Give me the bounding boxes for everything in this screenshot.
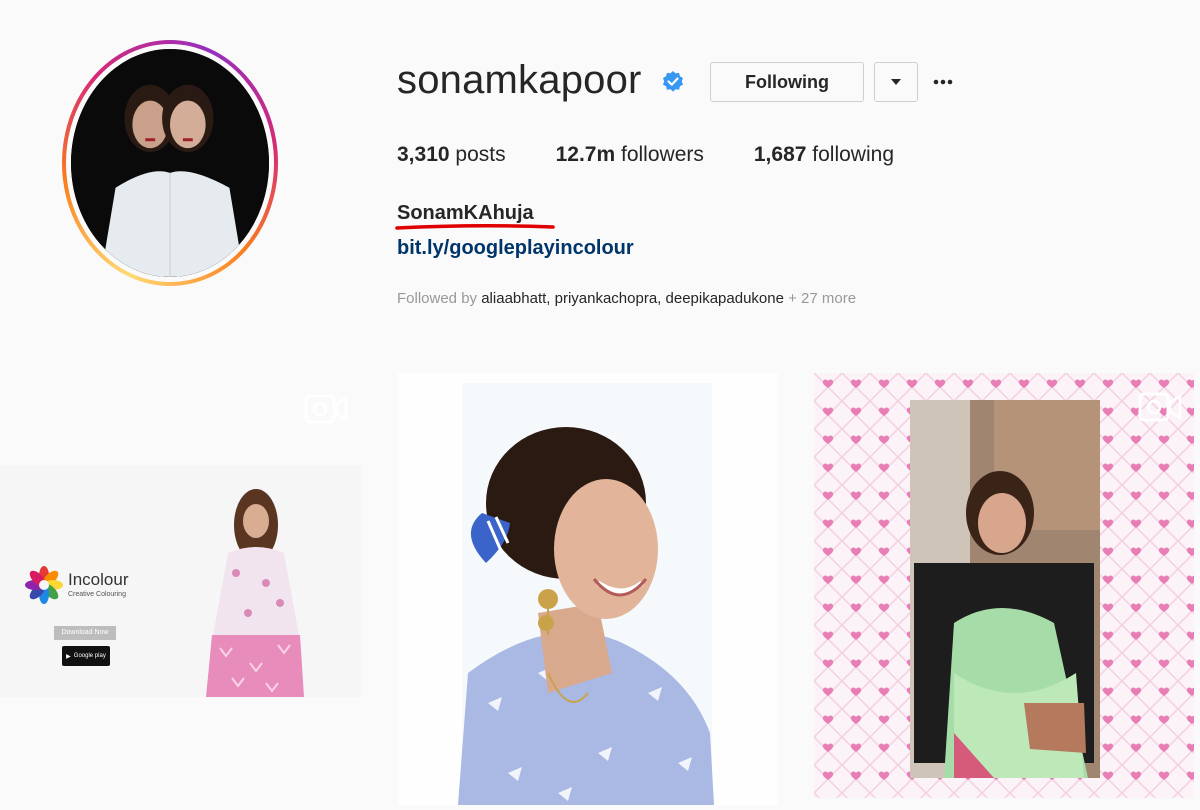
post-tile-3[interactable] xyxy=(814,373,1194,798)
play-store-icon: ▶ xyxy=(66,653,71,660)
following-count: 1,687 xyxy=(753,143,807,166)
video-camera-icon xyxy=(1138,390,1182,424)
followed-by-text[interactable]: Followed by aliaabhatt, priyankachopra, … xyxy=(397,290,856,307)
red-underline-annotation xyxy=(395,223,555,230)
followed-by-names[interactable]: aliaabhatt, priyankachopra, deepikapaduk… xyxy=(481,290,784,307)
followers-count: 12.7m xyxy=(555,143,616,166)
bio-link[interactable]: bit.ly/googleplayincolour xyxy=(397,237,634,260)
followed-by-more[interactable]: + 27 more xyxy=(788,290,856,307)
avatar-photo xyxy=(71,49,269,277)
profile-avatar[interactable] xyxy=(62,40,278,286)
verified-badge-icon xyxy=(661,70,685,94)
google-play-label: Google play xyxy=(73,653,106,659)
posts-label: posts xyxy=(455,143,506,166)
post-tile-2[interactable] xyxy=(398,373,778,805)
followed-by-prefix: Followed by xyxy=(397,290,478,307)
google-play-badge: ▶ Google play xyxy=(62,646,110,666)
profile-page: sonamkapoor Following 3,310 posts 12.7m … xyxy=(0,0,1200,810)
video-camera-icon xyxy=(304,392,348,426)
more-options-icon[interactable] xyxy=(930,70,956,94)
followers-label: followers xyxy=(621,143,704,166)
following-button[interactable]: Following xyxy=(710,62,864,102)
incolour-tagline: Creative Colouring xyxy=(68,591,126,598)
suggestions-dropdown-button[interactable] xyxy=(874,62,918,102)
followers-stat[interactable]: 12.7m followers xyxy=(556,143,704,167)
following-stat[interactable]: 1,687 following xyxy=(754,143,894,167)
profile-stats: 3,310 posts 12.7m followers 1,687 follow… xyxy=(397,143,944,167)
following-label: following xyxy=(812,143,894,166)
posts-count: 3,310 xyxy=(397,143,450,166)
incolour-logo xyxy=(25,566,63,604)
caret-down-icon xyxy=(891,79,901,85)
incolour-app-name: Incolour xyxy=(68,570,129,589)
posts-stat: 3,310 posts xyxy=(397,143,506,167)
profile-username: sonamkapoor xyxy=(397,58,642,102)
download-now-label: Download Now xyxy=(54,626,116,640)
